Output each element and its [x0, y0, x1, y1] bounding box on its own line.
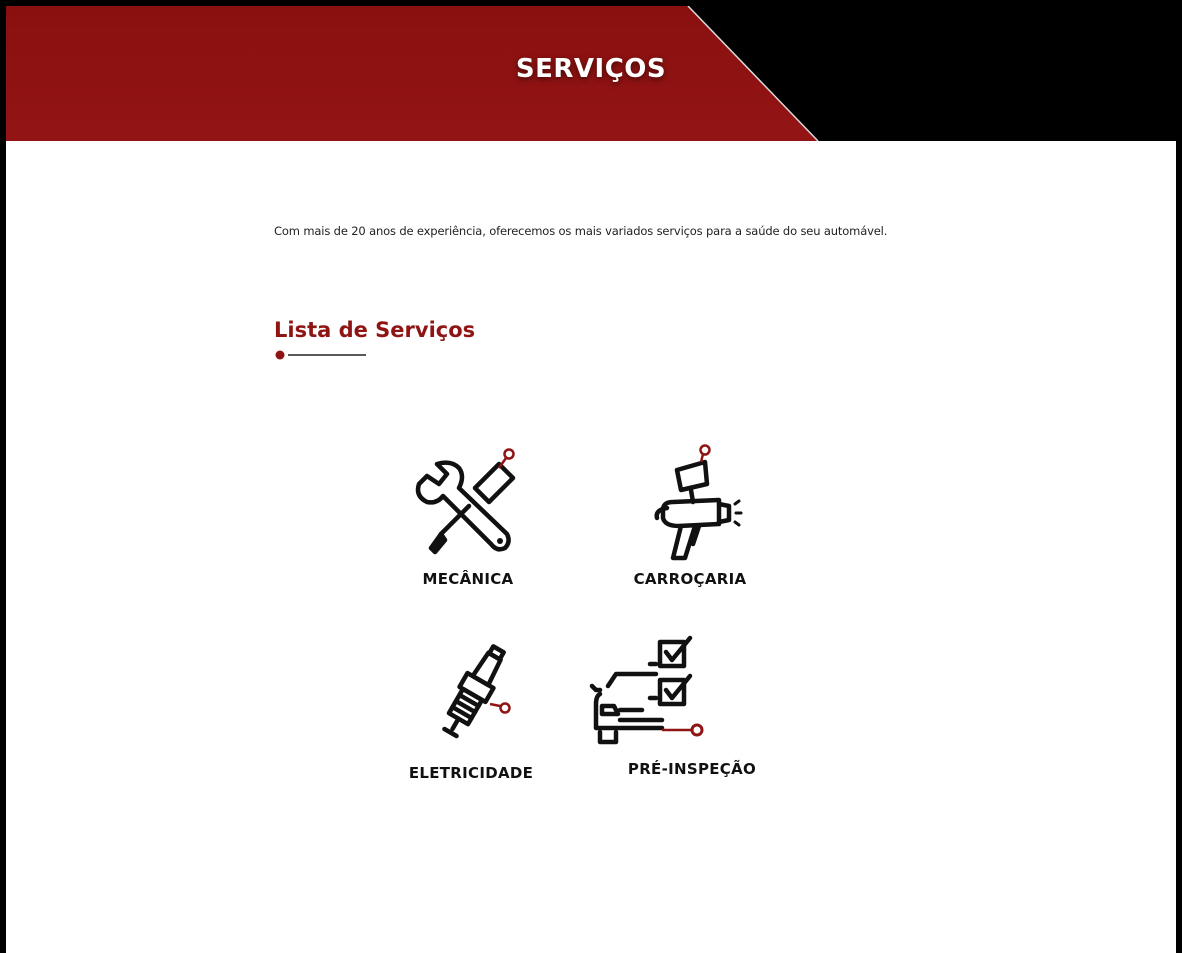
page-title: SERVIÇOS [515, 53, 667, 84]
section-title: Lista de Serviços [274, 318, 476, 342]
service-card-pre-inspecao[interactable]: PRÉ-INSPEÇÃO [589, 634, 792, 778]
service-label: MECÂNICA [422, 570, 514, 588]
spray-gun-icon [654, 444, 743, 561]
service-card-eletricidade[interactable]: ELETRICIDADE [371, 638, 571, 782]
page-banner: SERVIÇOS [6, 6, 1176, 141]
car-checklist-icon [589, 635, 704, 745]
service-label: ELETRICIDADE [408, 764, 534, 782]
page-frame: SERVIÇOS Com mais de 20 anos de experiên… [0, 0, 1182, 953]
service-label: PRÉ-INSPEÇÃO [627, 760, 757, 778]
service-card-mecanica[interactable]: MECÂNICA [368, 444, 568, 588]
title-underline-decoration [275, 350, 366, 360]
wrench-screwdriver-icon [415, 448, 516, 555]
spark-plug-icon [442, 644, 511, 739]
service-label: CARROÇARIA [633, 570, 747, 588]
service-card-carrocaria[interactable]: CARROÇARIA [590, 444, 790, 588]
intro-text: Com mais de 20 anos de experiência, ofer… [274, 224, 888, 238]
